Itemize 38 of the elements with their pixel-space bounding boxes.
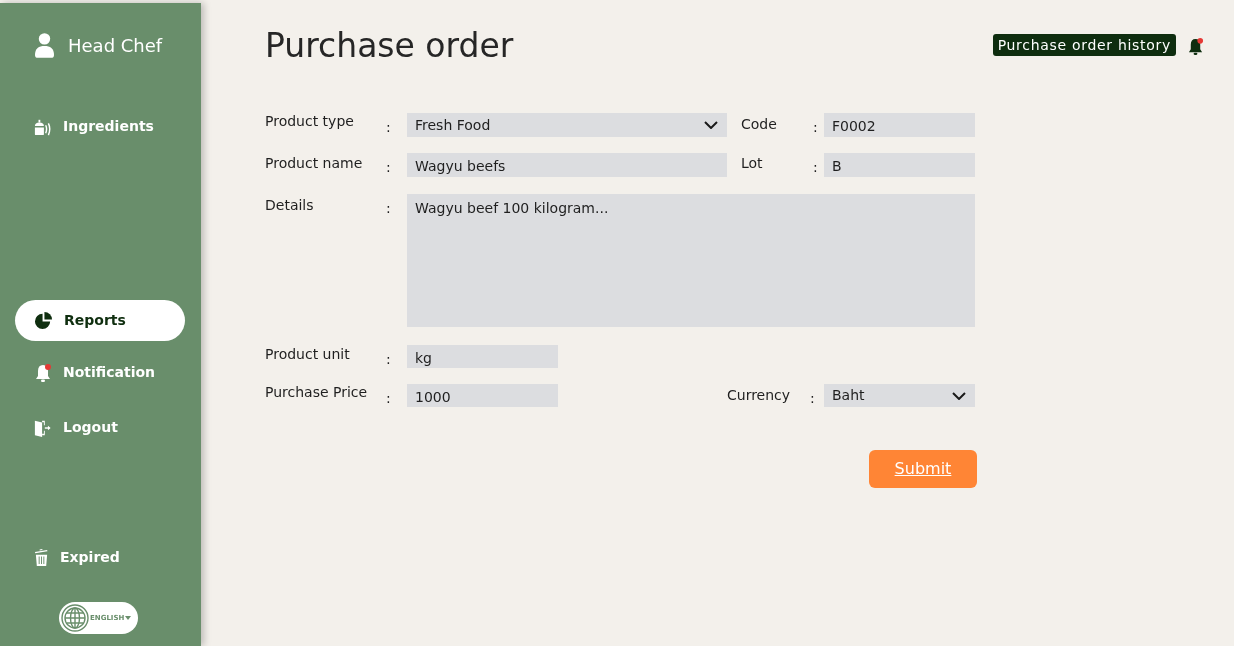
text-field[interactable]: F0002 [824,113,975,137]
person-icon [35,32,54,58]
nav-item[interactable]: Reports [15,300,185,341]
field-label: Lot [741,155,764,171]
bell-icon[interactable] [1187,37,1204,56]
dropdown-field[interactable]: Fresh Food [407,113,727,137]
colon: : [386,159,391,175]
colon: : [386,351,391,367]
colon: : [386,200,391,216]
field-label: Product unit [265,346,351,362]
colon: : [813,159,818,175]
field-label: Details [265,197,315,213]
text-field[interactable]: B [824,153,975,177]
nav-item[interactable]: Expired [15,537,185,578]
field-label: Product type [265,113,355,129]
colon: : [813,119,818,135]
caret-icon [125,616,132,620]
colon: : [386,390,391,406]
text-area[interactable]: Wagyu beef 100 kilogram... [407,194,975,327]
field-label: Purchase Price [265,384,369,400]
nav-item[interactable]: Ingredients [15,106,185,147]
colon: : [386,119,391,135]
user-name: Head Chef [68,33,163,58]
field-label: Code [741,116,778,132]
chevron-down-icon [704,121,718,129]
field-label: Currency [727,387,792,403]
text-field[interactable]: kg [407,345,558,368]
page-title: Purchase order [265,25,514,67]
globe-icon [61,604,89,632]
colon: : [810,390,815,406]
text-field[interactable]: Wagyu beefs [407,153,727,177]
chevron-down-icon [952,391,966,400]
dropdown-field[interactable]: Baht [824,384,975,407]
history-button[interactable]: Purchase order history [992,34,1176,56]
nav-item[interactable]: Notification [15,352,185,393]
field-label: Product name [265,155,364,171]
text-field[interactable]: 1000 [407,384,558,407]
nav-item[interactable]: Logout [15,407,185,448]
